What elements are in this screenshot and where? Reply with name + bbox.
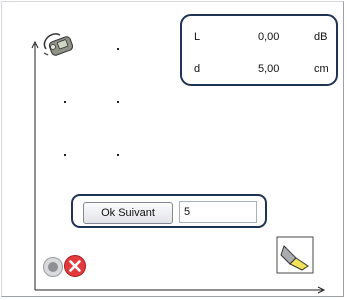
measurement-readout: L 0,00 dB d 5,00 cm <box>180 14 338 86</box>
grid-dot <box>117 154 119 156</box>
readout-value: 5,00 <box>258 63 280 75</box>
eraser-icon[interactable] <box>276 236 314 274</box>
readout-name: d <box>194 63 201 75</box>
readout-name: L <box>194 31 201 43</box>
control-panel: Ok Suivant <box>71 194 267 228</box>
readout-value: 0,00 <box>258 31 280 43</box>
grid-dot <box>64 154 66 156</box>
grid-dot <box>117 101 119 103</box>
grid-dot <box>117 48 119 50</box>
grid-dot <box>64 101 66 103</box>
cancel-icon[interactable] <box>63 254 87 278</box>
readout-unit: cm <box>314 63 329 75</box>
readout-row-distance: d 5,00 cm <box>182 63 336 77</box>
sound-meter-icon[interactable] <box>40 29 80 59</box>
readout-unit: dB <box>314 31 328 43</box>
value-input[interactable] <box>179 201 257 223</box>
ok-suivant-button[interactable]: Ok Suivant <box>83 202 173 224</box>
stop-icon[interactable] <box>42 256 64 278</box>
readout-row-level: L 0,00 dB <box>182 31 336 45</box>
